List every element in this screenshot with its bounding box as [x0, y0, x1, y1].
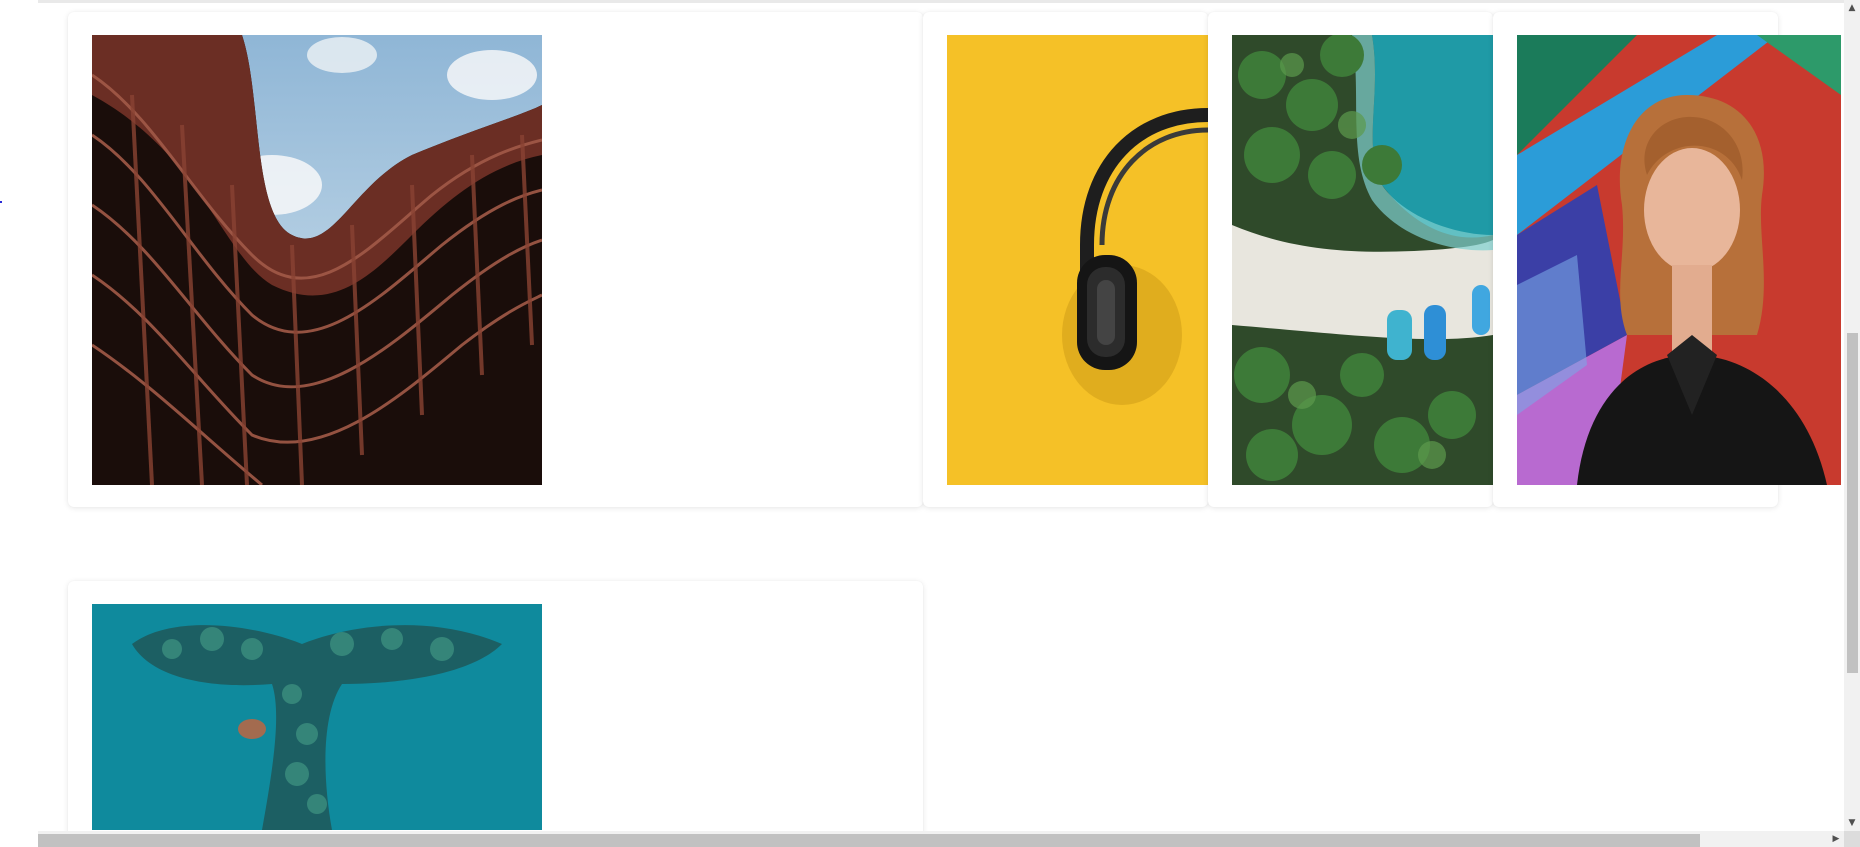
photo-coral-reef[interactable]	[92, 604, 542, 830]
vertical-scrollbar[interactable]: ▲ ▼	[1844, 0, 1860, 831]
stray-mark	[0, 201, 2, 203]
vertical-scroll-thumb[interactable]	[1847, 333, 1858, 673]
headphones-icon	[947, 35, 1208, 485]
curved-building-icon	[92, 35, 542, 485]
scroll-up-arrow-icon[interactable]: ▲	[1844, 0, 1860, 16]
horizontal-scroll-thumb[interactable]	[38, 834, 1700, 847]
beach-palms-icon	[1232, 35, 1493, 485]
photo-portrait-graffiti[interactable]	[1517, 35, 1841, 485]
photo-curved-building[interactable]	[92, 35, 542, 485]
top-divider	[38, 0, 1844, 3]
scrollbar-corner	[1844, 831, 1860, 847]
photo-headphones[interactable]	[947, 35, 1208, 485]
page-viewport: ▲ ▼ ▶	[0, 0, 1860, 847]
photo-beach-aerial[interactable]	[1232, 35, 1493, 485]
portrait-graffiti-icon	[1517, 35, 1841, 485]
scroll-right-arrow-icon[interactable]: ▶	[1828, 831, 1844, 847]
horizontal-scrollbar[interactable]: ▶	[38, 831, 1844, 847]
scroll-down-arrow-icon[interactable]: ▼	[1844, 815, 1860, 831]
coral-reef-icon	[92, 604, 542, 830]
